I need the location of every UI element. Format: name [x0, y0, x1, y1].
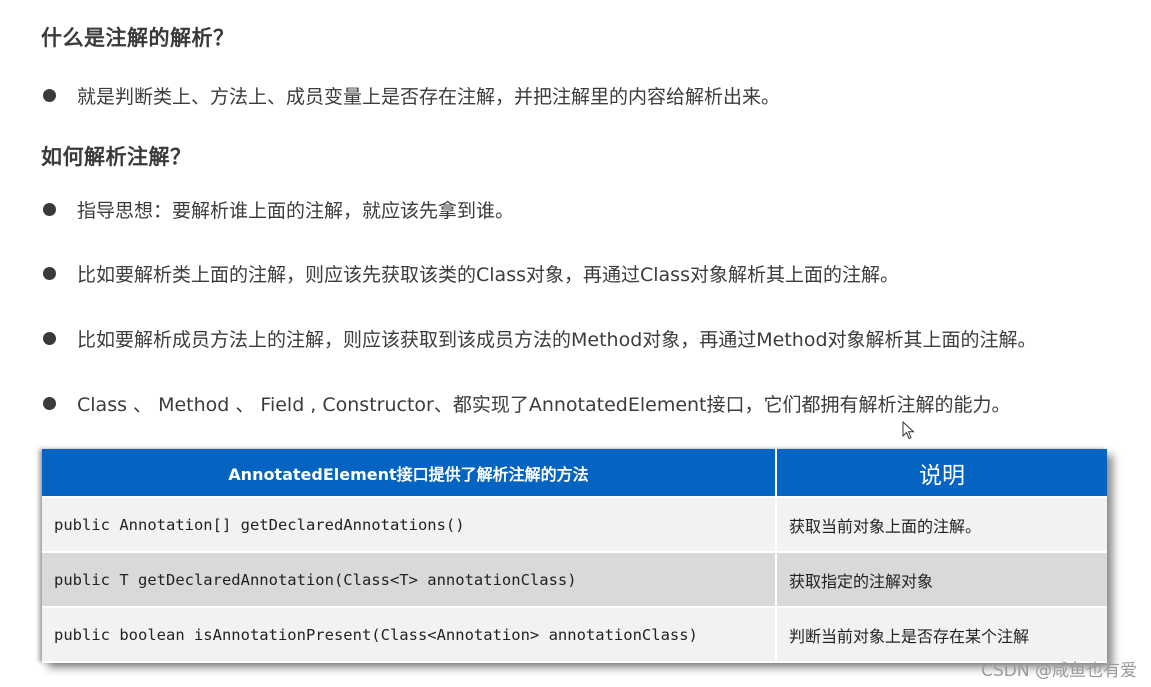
list-item: Class 、 Method 、 Field , Constructor、都实现… — [43, 390, 1011, 417]
method-description: 获取当前对象上面的注解。 — [776, 497, 1107, 553]
bullet-dot-icon — [43, 89, 56, 102]
watermark: CSDN @咸鱼也有爱 — [981, 661, 1137, 681]
method-signature: public T getDeclaredAnnotation(Class<T> … — [42, 552, 777, 608]
method-signature: public Annotation[] getDeclaredAnnotatio… — [42, 497, 777, 553]
bullet-text: 比如要解析成员方法上的注解，则应该获取到该成员方法的Method对象，再通过Me… — [77, 329, 1037, 351]
bullet-text: 比如要解析类上面的注解，则应该先获取该类的Class对象，再通过Class对象解… — [77, 264, 899, 286]
column-header-method: AnnotatedElement接口提供了解析注解的方法 — [42, 449, 777, 498]
column-header-description: 说明 — [776, 449, 1107, 498]
mouse-pointer-icon — [902, 421, 915, 440]
methods-table: AnnotatedElement接口提供了解析注解的方法 说明 public A… — [42, 449, 1107, 663]
bullet-text: Class 、 Method 、 Field , Constructor、都实现… — [77, 394, 1011, 416]
bullet-text: 指导思想：要解析谁上面的注解，就应该先拿到谁。 — [77, 200, 515, 222]
bullet-dot-icon — [43, 397, 56, 410]
table-row: public boolean isAnnotationPresent(Class… — [42, 607, 1107, 663]
list-item: 指导思想：要解析谁上面的注解，就应该先拿到谁。 — [43, 196, 514, 223]
bullet-dot-icon — [43, 203, 56, 216]
table-header-row: AnnotatedElement接口提供了解析注解的方法 说明 — [42, 449, 1107, 498]
method-description: 获取指定的注解对象 — [776, 552, 1107, 608]
bullet-dot-icon — [43, 267, 56, 280]
table-row: public Annotation[] getDeclaredAnnotatio… — [42, 497, 1107, 553]
bullet-dot-icon — [43, 332, 56, 345]
section-heading-how: 如何解析注解？ — [41, 145, 192, 169]
method-signature: public boolean isAnnotationPresent(Class… — [42, 607, 777, 663]
table-row: public T getDeclaredAnnotation(Class<T> … — [42, 552, 1107, 608]
section-heading-what: 什么是注解的解析？ — [41, 26, 235, 50]
method-description: 判断当前对象上是否存在某个注解 — [776, 607, 1107, 663]
bullet-text: 就是判断类上、方法上、成员变量上是否存在注解，并把注解里的内容给解析出来。 — [77, 86, 781, 108]
list-item: 比如要解析类上面的注解，则应该先获取该类的Class对象，再通过Class对象解… — [43, 260, 899, 287]
list-item: 就是判断类上、方法上、成员变量上是否存在注解，并把注解里的内容给解析出来。 — [43, 82, 780, 109]
list-item: 比如要解析成员方法上的注解，则应该获取到该成员方法的Method对象，再通过Me… — [43, 325, 1037, 352]
